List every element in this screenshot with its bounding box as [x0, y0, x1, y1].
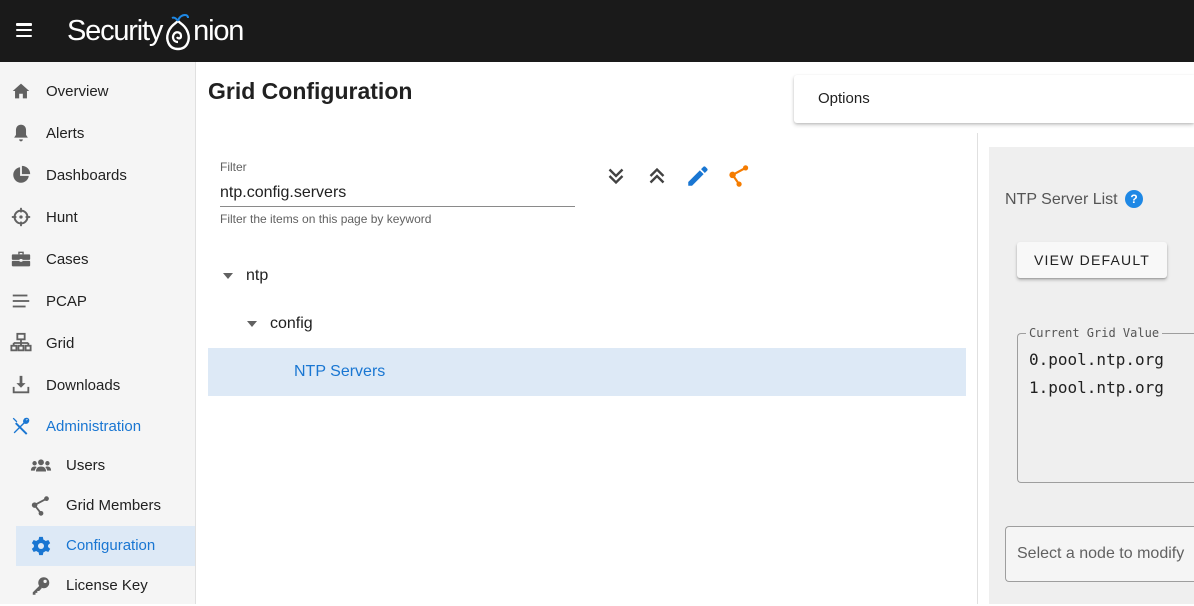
users-icon — [30, 459, 52, 472]
sidebar-item-label: Users — [66, 457, 106, 474]
sidebar-item-label: Configuration — [66, 537, 156, 554]
filter-label: Filter — [220, 160, 247, 174]
tree-node-label: ntp — [246, 267, 269, 284]
sidebar-item-users[interactable]: Users — [16, 446, 195, 486]
menu-icon[interactable] — [16, 23, 32, 38]
sidebar-item-label: PCAP — [46, 292, 87, 310]
sidebar-item-label: Grid Members — [66, 497, 162, 514]
sidebar-item-label: Dashboards — [46, 166, 127, 184]
tree-node-ntp[interactable]: ntp — [208, 252, 966, 300]
bell-icon — [14, 124, 28, 142]
sidebar-item-alerts[interactable]: Alerts — [0, 112, 195, 154]
briefcase-icon — [11, 251, 31, 267]
sidebar-item-label: Cases — [46, 250, 89, 268]
logo-text-security: Security — [67, 14, 163, 47]
logo-text-nion: nion — [193, 14, 244, 47]
sidebar-item-label: License Key — [66, 577, 148, 594]
tree-node-label: config — [270, 315, 313, 332]
sidebar-item-label: Grid — [46, 334, 75, 352]
help-icon[interactable]: ? — [1125, 190, 1143, 208]
gear-icon — [31, 536, 51, 556]
pie-chart-icon — [13, 165, 31, 183]
sidebar-item-configuration[interactable]: Configuration — [16, 526, 195, 566]
collapse-all-icon[interactable] — [644, 163, 670, 189]
security-onion-logo[interactable]: Security nion — [67, 6, 244, 56]
options-label: Options — [818, 90, 870, 107]
main-content: Grid Configuration Options Filter Filter… — [196, 62, 1194, 604]
sidebar-item-hunt[interactable]: Hunt — [0, 196, 195, 238]
sidebar-item-label: Overview — [46, 82, 109, 100]
page-title: Grid Configuration — [208, 78, 413, 104]
crosshairs-icon — [11, 207, 31, 227]
download-icon — [12, 375, 30, 394]
current-grid-value-textarea[interactable]: 0.pool.ntp.org 1.pool.ntp.org — [1029, 346, 1194, 476]
stream-icon — [12, 294, 30, 308]
panel-divider — [977, 133, 978, 604]
sidebar-item-grid[interactable]: Grid — [0, 322, 195, 364]
sidebar-item-label: Administration — [46, 417, 142, 435]
edit-icon[interactable] — [685, 163, 711, 189]
node-select-placeholder: Select a node to modify — [1017, 545, 1185, 562]
setting-title: NTP Server List — [1005, 191, 1118, 208]
filter-input[interactable] — [220, 180, 575, 207]
network-icon — [10, 332, 32, 352]
sidebar-item-grid-members[interactable]: Grid Members — [16, 486, 195, 526]
current-grid-value-field: Current Grid Value 0.pool.ntp.org 1.pool… — [1017, 326, 1194, 483]
caret-down-icon[interactable] — [223, 273, 233, 279]
sidebar-item-label: Alerts — [46, 124, 85, 142]
sidebar-item-administration[interactable]: Administration — [0, 405, 195, 447]
sidebar-item-downloads[interactable]: Downloads — [0, 364, 195, 406]
key-icon — [32, 577, 50, 595]
options-expansion-panel[interactable]: Options — [794, 75, 1194, 123]
tree-node-label: NTP Servers — [294, 363, 386, 380]
sidebar-item-label: Hunt — [46, 208, 78, 226]
sidebar-item-label: Downloads — [46, 376, 121, 394]
tools-icon — [12, 417, 30, 435]
setting-detail-panel: NTP Server List ? VIEW DEFAULT Current G… — [989, 147, 1194, 604]
share-icon[interactable] — [725, 163, 751, 189]
sidebar-item-pcap[interactable]: PCAP — [0, 280, 195, 322]
tree-node-config[interactable]: config — [208, 300, 966, 348]
onion-logo-icon — [166, 13, 191, 51]
top-app-bar: Security nion — [0, 0, 1194, 62]
sidebar-item-license-key[interactable]: License Key — [16, 566, 195, 606]
view-default-button[interactable]: VIEW DEFAULT — [1017, 242, 1167, 278]
tree-node-ntp-servers[interactable]: NTP Servers — [208, 348, 966, 396]
sidebar-item-cases[interactable]: Cases — [0, 238, 195, 280]
node-select[interactable]: Select a node to modify — [1005, 526, 1194, 582]
filter-hint: Filter the items on this page by keyword — [220, 212, 432, 226]
current-grid-value-label: Current Grid Value — [1026, 326, 1163, 340]
expand-all-icon[interactable] — [603, 163, 629, 189]
sidebar-item-overview[interactable]: Overview — [0, 70, 195, 112]
graph-icon — [31, 496, 49, 516]
sidebar-nav: Overview Alerts Dashboards Hunt Cases PC… — [0, 62, 196, 604]
sidebar-item-dashboards[interactable]: Dashboards — [0, 154, 195, 196]
home-icon — [12, 83, 30, 99]
caret-down-icon[interactable] — [247, 321, 257, 327]
